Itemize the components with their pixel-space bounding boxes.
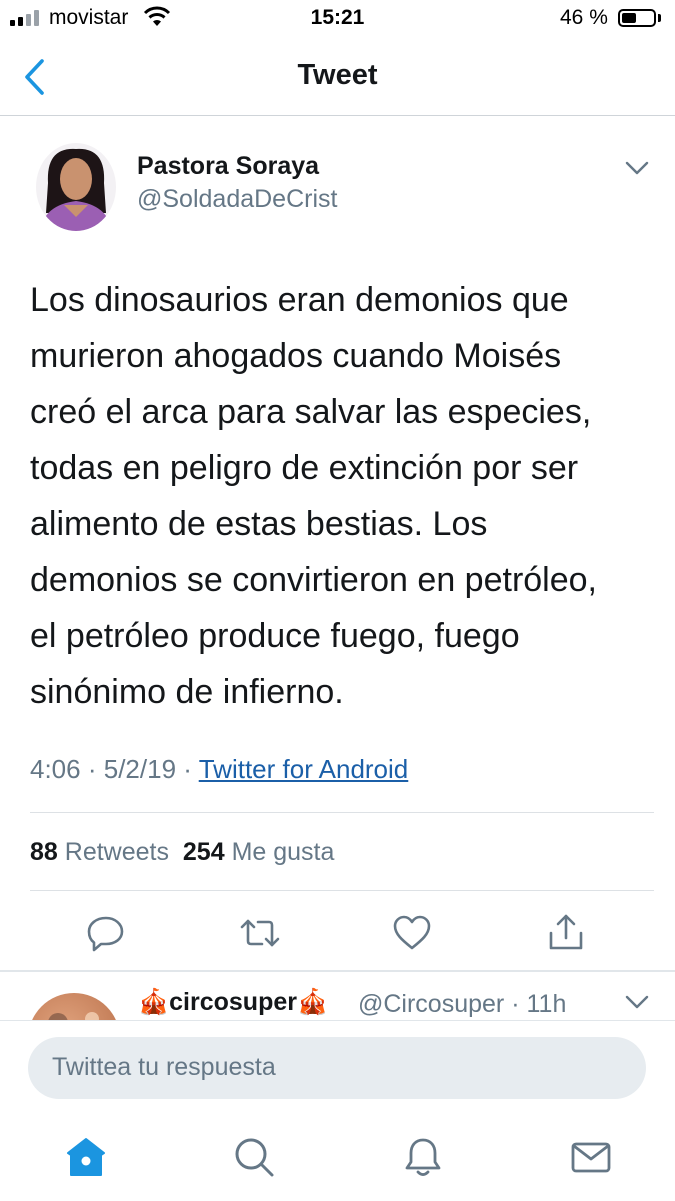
chevron-down-icon[interactable] bbox=[624, 993, 650, 1011]
reply-handle: @Circosuper bbox=[358, 990, 505, 1018]
retweets-count[interactable]: 88 bbox=[30, 838, 58, 866]
meta-separator: · bbox=[87, 754, 97, 784]
reply-icon[interactable] bbox=[84, 911, 128, 955]
likes-count[interactable]: 254 bbox=[183, 838, 225, 866]
notifications-icon[interactable] bbox=[401, 1135, 445, 1179]
reply-name-text: circosuper bbox=[169, 988, 297, 1016]
retweet-icon[interactable] bbox=[238, 911, 282, 955]
status-bar: movistar 15:21 46 % bbox=[0, 0, 675, 40]
search-icon[interactable] bbox=[232, 1135, 276, 1179]
retweets-label[interactable]: Retweets bbox=[65, 838, 169, 866]
like-heart-icon[interactable] bbox=[390, 911, 434, 955]
meta-separator: · bbox=[183, 754, 192, 784]
navigation-bar: Tweet bbox=[0, 40, 675, 116]
display-name[interactable]: Pastora Soraya bbox=[137, 152, 319, 181]
circus-tent-emoji: 🎪 bbox=[138, 988, 170, 1016]
battery-cap bbox=[658, 14, 661, 22]
bottom-bar: Twittea tu respuesta bbox=[0, 1020, 675, 1201]
tweet-time: 4:06 bbox=[30, 754, 81, 784]
tweet-source-link[interactable]: Twitter for Android bbox=[199, 754, 409, 784]
likes-label[interactable]: Me gusta bbox=[232, 838, 335, 866]
share-icon[interactable] bbox=[544, 911, 588, 955]
avatar[interactable] bbox=[36, 143, 116, 231]
circus-tent-emoji: 🎪 bbox=[296, 988, 329, 1016]
tweet-metadata: 4:06 · 5/2/19 · Twitter for Android bbox=[30, 754, 408, 785]
tweet-stats: 88 Retweets 254 Me gusta bbox=[30, 838, 334, 867]
page-title: Tweet bbox=[297, 59, 378, 91]
divider bbox=[30, 812, 654, 813]
reply-composer-input[interactable]: Twittea tu respuesta bbox=[28, 1037, 646, 1099]
reply-display-name[interactable]: 🎪circosuper🎪 bbox=[138, 988, 328, 1017]
tweet-date: 5/2/19 bbox=[103, 754, 177, 784]
composer-placeholder: Twittea tu respuesta bbox=[52, 1053, 276, 1081]
battery-icon bbox=[618, 9, 656, 27]
divider bbox=[30, 890, 654, 891]
battery-percentage: 46 % bbox=[560, 6, 608, 29]
user-handle[interactable]: @SoldadaDeCrist bbox=[137, 185, 337, 214]
messages-icon[interactable] bbox=[569, 1135, 613, 1179]
reply-handle-time[interactable]: @Circosuper · 11h bbox=[358, 990, 566, 1019]
reply-time: · 11h bbox=[511, 990, 567, 1018]
chevron-down-icon[interactable] bbox=[624, 159, 650, 177]
home-icon[interactable] bbox=[64, 1135, 108, 1179]
divider bbox=[0, 970, 675, 972]
tweet-text: Los dinosaurios eran demonios que murier… bbox=[30, 281, 597, 711]
